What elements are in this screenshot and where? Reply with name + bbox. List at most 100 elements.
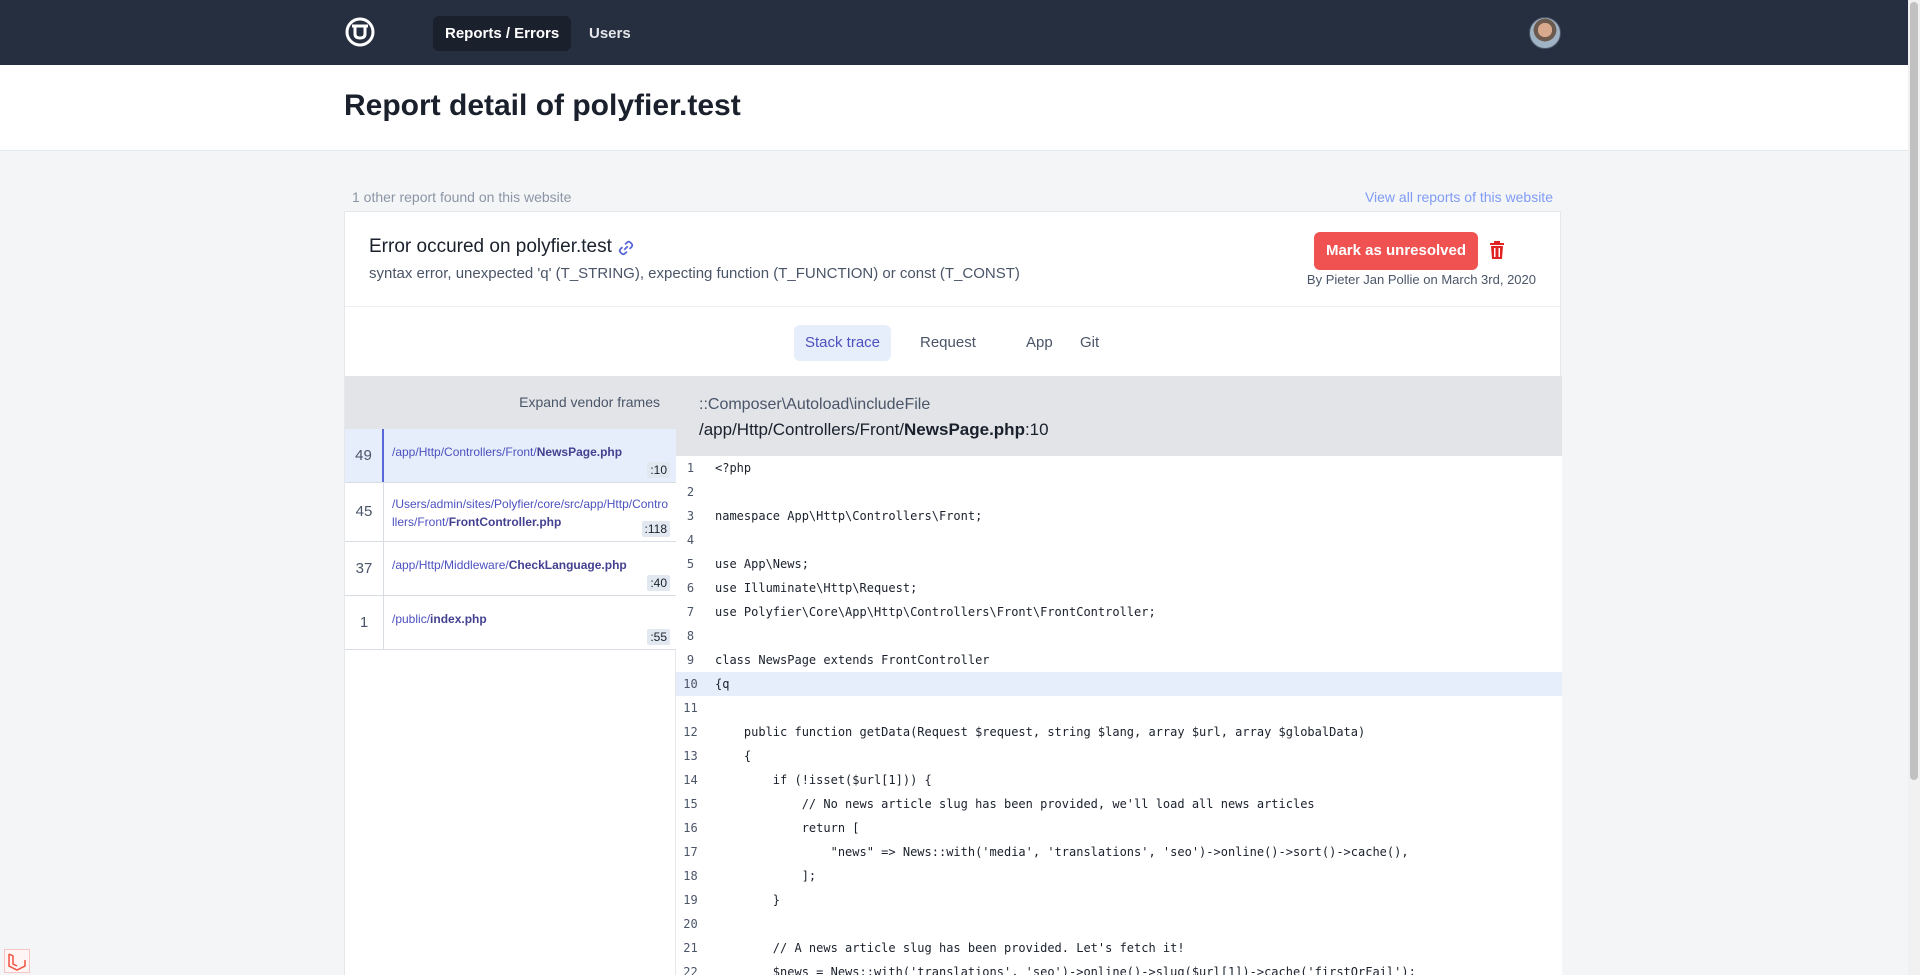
line-number: 10 [683, 677, 698, 691]
trash-icon[interactable] [1488, 240, 1506, 260]
stack-frame[interactable]: 49 /app/Http/Controllers/Front/NewsPage.… [345, 429, 676, 483]
code-text: $news = News::with('translations', 'seo'… [715, 965, 1416, 975]
code-line: 3 namespace App\Http\Controllers\Front; [676, 504, 1562, 528]
laravel-logo-icon [8, 953, 26, 971]
code-file-path: /app/Http/Controllers/Front/NewsPage.php… [699, 420, 1049, 439]
line-number: 18 [683, 869, 698, 883]
code-line: 10 {q [676, 672, 1562, 696]
nav-reports-errors[interactable]: Reports / Errors [433, 16, 572, 51]
frame-number: 1 [345, 596, 384, 649]
mark-as-unresolved-button[interactable]: Mark as unresolved [1314, 232, 1478, 270]
frame-line-number: :10 [647, 462, 670, 478]
line-number: 21 [683, 941, 698, 955]
line-number: 4 [686, 533, 695, 547]
line-number: 22 [683, 965, 698, 975]
code-text: namespace App\Http\Controllers\Front; [715, 509, 983, 523]
code-text: use Illuminate\Http\Request; [715, 581, 918, 595]
link-icon[interactable] [617, 239, 635, 257]
divider [345, 306, 1560, 307]
report-byline: By Pieter Jan Pollie on March 3rd, 2020 [1306, 272, 1536, 287]
code-namespace: ::Composer\Autoload\includeFile [699, 396, 931, 413]
line-number: 5 [686, 557, 695, 571]
code-line: 21 // A news article slug has been provi… [676, 936, 1562, 960]
code-text: { [715, 749, 752, 763]
view-all-reports-link[interactable]: View all reports of this website [1365, 189, 1553, 205]
code-text: class NewsPage extends FrontController [715, 653, 990, 667]
line-number: 2 [686, 485, 695, 499]
flare-logo-icon[interactable] [344, 16, 376, 48]
code-line: 5 use App\News; [676, 552, 1562, 576]
code-line: 12 public function getData(Request $requ… [676, 720, 1562, 744]
frame-line-number: :118 [641, 521, 670, 537]
code-line: 16 return [ [676, 816, 1562, 840]
error-message: syntax error, unexpected 'q' (T_STRING),… [369, 265, 1020, 282]
frame-path: /app/Http/Controllers/Front/NewsPage.php [392, 445, 623, 459]
code-text: // No news article slug has been provide… [715, 797, 1315, 811]
code-header: ::Composer\Autoload\includeFile /app/Htt… [676, 376, 1562, 456]
line-number: 13 [683, 749, 698, 763]
line-number: 7 [686, 605, 695, 619]
line-number: 9 [686, 653, 695, 667]
code-line: 20 [676, 912, 1562, 936]
code-text: return [ [715, 821, 860, 835]
code-text: use Polyfier\Core\App\Http\Controllers\F… [715, 605, 1156, 619]
frames-header: Expand vendor frames [345, 376, 676, 429]
error-title: Error occured on polyfier.test [369, 236, 612, 257]
code-viewer: 1 <?php 2 3 namespace App\Http\Controllers\F… [676, 456, 1562, 975]
tab-stack-trace[interactable]: Stack trace [794, 325, 892, 361]
frames-list: 49 /app/Http/Controllers/Front/NewsPage.… [345, 429, 676, 975]
report-card: Error occured on polyfier.test syntax er… [344, 211, 1562, 975]
code-text: "news" => News::with('media', 'translati… [715, 845, 1409, 859]
line-number: 6 [686, 581, 695, 595]
code-line: 18 ]; [676, 864, 1562, 888]
code-text: ]; [715, 869, 817, 883]
frame-path: /public/index.php [392, 612, 487, 626]
code-line: 7 use Polyfier\Core\App\Http\Controllers\… [676, 600, 1562, 624]
code-text: } [715, 893, 781, 907]
tab-app[interactable]: App [1015, 325, 1064, 361]
code-line: 14 if (!isset($url[1])) { [676, 768, 1562, 792]
code-line: 4 [676, 528, 1562, 552]
code-line: 13 { [676, 744, 1562, 768]
code-line: 15 // No news article slug has been prov… [676, 792, 1562, 816]
nav-users[interactable]: Users [577, 16, 643, 51]
expand-vendor-frames-button[interactable]: Expand vendor frames [519, 394, 660, 410]
code-text: {q [715, 677, 730, 691]
line-number: 19 [683, 893, 698, 907]
user-avatar[interactable] [1529, 17, 1561, 49]
other-reports-count: 1 other report found on this website [352, 189, 572, 205]
code-text: <?php [715, 461, 752, 475]
frame-path: /Users/admin/sites/Polyfier/core/src/app… [392, 497, 669, 529]
line-number: 3 [686, 509, 695, 523]
code-line: 11 [676, 696, 1562, 720]
line-number: 20 [683, 917, 698, 931]
page-title: Report detail of polyfier.test [344, 89, 741, 122]
laravel-debug-icon[interactable] [4, 949, 30, 973]
scrollbar-thumb[interactable] [1910, 2, 1918, 780]
code-text: public function getData(Request $request… [715, 725, 1366, 739]
stack-frame[interactable]: 45 /Users/admin/sites/Polyfier/core/src/… [345, 483, 676, 542]
frame-number: 45 [345, 483, 384, 541]
line-number: 12 [683, 725, 698, 739]
code-line: 9 class NewsPage extends FrontController [676, 648, 1562, 672]
stack-trace-panel: Expand vendor frames 49 /app/Http/Contro… [345, 376, 1562, 975]
line-number: 17 [683, 845, 698, 859]
tab-git[interactable]: Git [1069, 325, 1110, 361]
stack-frame[interactable]: 1 /public/index.php :55 [345, 596, 676, 650]
code-line: 1 <?php [676, 456, 1562, 480]
page-header: Report detail of polyfier.test [0, 65, 1908, 151]
top-navigation: Reports / Errors Users [0, 0, 1908, 65]
line-number: 11 [683, 701, 698, 715]
tab-request[interactable]: Request [909, 325, 987, 361]
code-line: 17 "news" => News::with('media', 'transl… [676, 840, 1562, 864]
code-text: // A news article slug has been provided… [715, 941, 1185, 955]
frame-line-number: :55 [647, 629, 670, 645]
stack-frame[interactable]: 37 /app/Http/Middleware/CheckLanguage.ph… [345, 542, 676, 596]
frame-number: 49 [345, 429, 384, 482]
code-line: 8 [676, 624, 1562, 648]
code-line: 19 } [676, 888, 1562, 912]
code-line: 6 use Illuminate\Http\Request; [676, 576, 1562, 600]
line-number: 8 [686, 629, 695, 643]
frame-number: 37 [345, 542, 384, 595]
line-number: 16 [683, 821, 698, 835]
